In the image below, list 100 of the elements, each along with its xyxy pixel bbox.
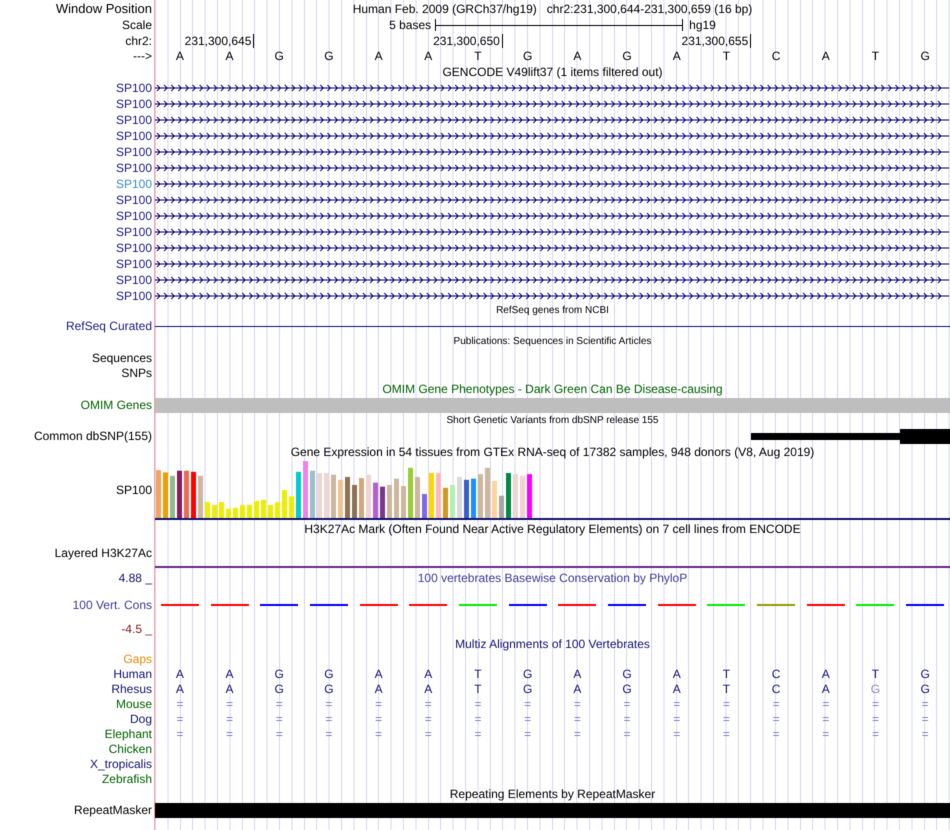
track-title: RefSeq genes from NCBI bbox=[496, 306, 609, 316]
expression-bar[interactable] bbox=[310, 470, 315, 518]
expression-bar[interactable] bbox=[513, 474, 518, 518]
track-title: H3K27Ac Mark (Often Found Near Active Regulatory Elements) on 7 cell lines from ENCODE bbox=[304, 523, 801, 535]
expression-bar[interactable] bbox=[352, 484, 357, 518]
expression-bar[interactable] bbox=[163, 472, 168, 518]
alignment-base: G bbox=[920, 668, 930, 680]
expression-bar[interactable] bbox=[331, 474, 336, 518]
expression-bar[interactable] bbox=[254, 500, 259, 518]
expression-bar[interactable] bbox=[205, 502, 210, 518]
alignment-base: G bbox=[522, 668, 532, 680]
sequence-base: A bbox=[423, 50, 434, 62]
expression-bar[interactable] bbox=[324, 472, 329, 518]
expression-bar[interactable] bbox=[275, 502, 280, 518]
expression-bar[interactable] bbox=[212, 504, 217, 518]
track-label: RepeatMasker bbox=[74, 804, 152, 816]
expression-bar[interactable] bbox=[317, 472, 322, 518]
expression-bar[interactable] bbox=[408, 468, 413, 518]
alignment-base: = bbox=[772, 728, 780, 740]
expression-bar[interactable] bbox=[233, 508, 238, 518]
expression-bar[interactable] bbox=[338, 480, 343, 518]
expression-bar[interactable] bbox=[471, 478, 476, 518]
alignment-base: = bbox=[722, 698, 730, 710]
expression-bar[interactable] bbox=[198, 476, 203, 518]
expression-bar[interactable] bbox=[422, 494, 427, 518]
expression-bar[interactable] bbox=[247, 504, 252, 518]
alignment-base: = bbox=[673, 712, 680, 724]
expression-bar[interactable] bbox=[443, 488, 448, 518]
alignment-base: A bbox=[374, 668, 383, 680]
repeat-element-bar[interactable] bbox=[155, 802, 950, 818]
alignment-base: = bbox=[226, 698, 234, 710]
alignment-base: T bbox=[474, 668, 482, 680]
expression-bar[interactable] bbox=[401, 486, 406, 518]
track-title: Gene Expression in 54 tissues from GTEx RNA-seq of 17382 samples, 948 donors (V8, Aug 2019) bbox=[290, 446, 814, 458]
expression-bar[interactable] bbox=[415, 476, 420, 518]
omim-gene-bar[interactable] bbox=[155, 398, 950, 412]
alignment-base: A bbox=[672, 668, 681, 680]
expression-bar[interactable] bbox=[156, 470, 161, 518]
expression-bar[interactable] bbox=[464, 480, 469, 518]
expression-bar[interactable] bbox=[457, 476, 462, 518]
species-label: Chicken bbox=[108, 742, 152, 754]
track-label: Layered H3K27Ac bbox=[54, 547, 152, 559]
alignment-base: A bbox=[573, 682, 582, 694]
variant-block[interactable] bbox=[900, 428, 950, 444]
expression-bar[interactable] bbox=[296, 472, 301, 518]
alignment-base: = bbox=[226, 712, 234, 724]
track-label: SP100 bbox=[116, 82, 152, 94]
alignment-base: = bbox=[722, 712, 730, 724]
expression-bar[interactable] bbox=[226, 508, 231, 518]
expression-bar[interactable] bbox=[527, 474, 532, 518]
expression-bar[interactable] bbox=[240, 504, 245, 518]
track-title: 100 vertebrates Basewise Conservation by PhyloP bbox=[418, 572, 688, 584]
expression-bar[interactable] bbox=[499, 496, 504, 518]
track-label: SP100 bbox=[116, 178, 152, 190]
expression-bar[interactable] bbox=[219, 502, 224, 518]
alignment-base: = bbox=[673, 698, 680, 710]
alignment-base: C bbox=[772, 682, 780, 694]
expression-bar[interactable] bbox=[170, 476, 175, 518]
expression-bar[interactable] bbox=[436, 472, 441, 518]
expression-bar[interactable] bbox=[303, 461, 308, 518]
expression-bar[interactable] bbox=[394, 478, 399, 518]
expression-bar[interactable] bbox=[380, 486, 385, 518]
expression-bar[interactable] bbox=[373, 482, 378, 518]
expression-bar[interactable] bbox=[261, 500, 266, 518]
expression-bar[interactable] bbox=[289, 496, 294, 518]
alignment-base: = bbox=[524, 698, 532, 710]
expression-bar[interactable] bbox=[520, 476, 525, 518]
alignment-base: C bbox=[772, 668, 780, 680]
alignment-base: G bbox=[274, 668, 284, 680]
alignment-base: = bbox=[772, 698, 780, 710]
expression-bar[interactable] bbox=[268, 504, 273, 518]
alignment-base: = bbox=[624, 728, 631, 740]
track-label: SP100 bbox=[116, 290, 152, 302]
sequence-base: G bbox=[323, 50, 335, 62]
species-label: X_tropicalis bbox=[90, 758, 152, 770]
expression-bar[interactable] bbox=[450, 484, 455, 518]
alignment-base: = bbox=[673, 728, 680, 740]
alignment-base: = bbox=[922, 712, 929, 724]
expression-bar[interactable] bbox=[387, 484, 392, 518]
expression-bar[interactable] bbox=[478, 474, 483, 518]
variant-bar[interactable] bbox=[751, 432, 900, 440]
expression-bar[interactable] bbox=[366, 474, 371, 518]
expression-bar[interactable] bbox=[282, 490, 287, 518]
track-label: -4.5 _ bbox=[121, 623, 152, 635]
expression-bar[interactable] bbox=[191, 472, 196, 518]
species-label: Human bbox=[113, 668, 152, 680]
expression-bar[interactable] bbox=[429, 472, 434, 518]
expression-bar[interactable] bbox=[359, 478, 364, 518]
expression-bar[interactable] bbox=[184, 470, 189, 518]
expression-bar[interactable] bbox=[485, 468, 490, 518]
expression-bar[interactable] bbox=[492, 480, 497, 518]
track-title: Repeating Elements by RepeatMasker bbox=[450, 788, 656, 800]
alignment-base: = bbox=[772, 712, 780, 724]
alignment-base: = bbox=[226, 728, 234, 740]
assembly-title: Human Feb. 2009 (GRCh37/hg19) bbox=[352, 2, 537, 14]
alignment-base: = bbox=[375, 728, 382, 740]
expression-bar[interactable] bbox=[177, 470, 182, 518]
expression-bar[interactable] bbox=[506, 472, 511, 518]
expression-bar[interactable] bbox=[345, 476, 350, 518]
track-label: 100 Vert. Cons bbox=[72, 599, 152, 611]
